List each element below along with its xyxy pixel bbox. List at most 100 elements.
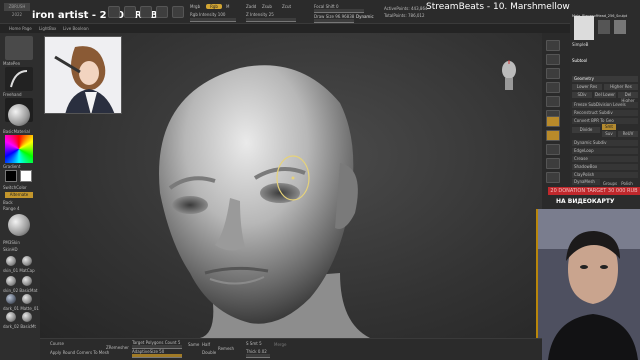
matcap-6-icon[interactable]	[22, 294, 32, 304]
persp-icon[interactable]	[546, 116, 560, 127]
frame-icon[interactable]	[546, 158, 560, 169]
matcap-4-label: dark_02 BasicMt	[3, 324, 36, 329]
donation-goal-label: НА ВИДЕОКАРТУ	[556, 198, 615, 205]
tab-lightbox[interactable]: LightBox	[36, 24, 59, 33]
suv-toggle[interactable]: Suv	[602, 131, 616, 137]
material-1-label: PM3Skin	[3, 240, 20, 245]
crease-section[interactable]: Crease	[572, 156, 638, 162]
matcap-3-icon[interactable]	[6, 276, 16, 286]
matcap-ball[interactable]	[8, 214, 30, 236]
zsub-toggle[interactable]: Zsub	[262, 4, 272, 9]
half-button[interactable]: Half	[202, 342, 210, 347]
scale-icon[interactable]	[156, 6, 168, 18]
adaptive-size-slider[interactable]	[132, 354, 182, 358]
same-button[interactable]: Same	[188, 342, 199, 347]
lower-res-button[interactable]: Lower Res	[572, 84, 602, 90]
rgb-intensity-label: Rgb Intensity 100	[190, 12, 226, 17]
merge-button[interactable]: Merge	[274, 342, 287, 347]
brush-thumbnail[interactable]	[5, 36, 33, 60]
apply-round-corners-button[interactable]: Apply Round Corners To Mesh	[50, 350, 109, 355]
draw-size-slider[interactable]	[314, 19, 354, 23]
total-points: TotalPoints: 786,012	[384, 13, 425, 18]
sdiv-slider[interactable]: SDiv	[572, 92, 592, 98]
move-view-icon[interactable]	[546, 172, 560, 183]
rgb-intensity-slider[interactable]	[190, 18, 236, 22]
zremesher-button[interactable]: ZRemesher	[106, 345, 129, 350]
matcap-4-icon[interactable]	[22, 276, 32, 286]
rgb-toggle[interactable]: Rgb	[206, 4, 222, 9]
main-color-swatch[interactable]	[20, 170, 32, 182]
double-button[interactable]: Double	[202, 350, 216, 355]
scroll-icon[interactable]	[546, 68, 560, 79]
dynamesh-section[interactable]: DynaMesh	[572, 179, 600, 185]
reuv-button[interactable]: ReUV	[618, 131, 638, 137]
bpr-icon[interactable]	[546, 40, 560, 51]
del-higher-button[interactable]: Del Higher	[618, 92, 638, 103]
zadd-toggle[interactable]: Zadd	[246, 4, 256, 9]
matcap-1-label: skin_01 MatCap	[3, 268, 35, 273]
s-smt-label: S Smt 5	[246, 341, 262, 346]
z-intensity-label: Z Intensity 25	[246, 12, 274, 17]
subtool-section[interactable]: Subtool	[572, 58, 587, 63]
dynamic-toggle[interactable]: Dynamic	[356, 14, 374, 19]
move-icon[interactable]	[140, 6, 152, 18]
matcap-7-icon[interactable]	[6, 312, 16, 322]
back-label: Back	[3, 200, 13, 205]
reconstruct-subdiv-button[interactable]: Reconstruct Subdiv	[572, 110, 638, 116]
remesh-button[interactable]: Remesh	[218, 346, 234, 351]
floor-icon[interactable]	[546, 130, 560, 141]
zoom-icon[interactable]	[546, 82, 560, 93]
stroke-thumbnail[interactable]	[5, 67, 33, 91]
rotate-icon[interactable]	[172, 6, 184, 18]
del-lower-button[interactable]: Del Lower	[594, 92, 616, 98]
matcap-3-label: dark_01 Matte_01	[3, 306, 39, 311]
edgeloop-section[interactable]: EdgeLoop	[572, 148, 638, 154]
subtool-thumbnail[interactable]	[574, 16, 594, 40]
freeze-subdiv-button[interactable]: Freeze SubDivision Levels	[572, 102, 638, 108]
tab-row: Home Page LightBox Live Boolean	[0, 24, 640, 33]
local-icon[interactable]	[546, 144, 560, 155]
draw-icon[interactable]	[124, 6, 136, 18]
donation-overlay: iron artist - 2 000 RUB	[32, 10, 158, 21]
alternate-button[interactable]: Alternate	[5, 192, 33, 198]
mrgb-toggle[interactable]: Mrgb	[190, 4, 200, 9]
focal-shift-slider[interactable]	[314, 9, 364, 13]
switch-color-button[interactable]: SwitchColor	[3, 185, 27, 190]
matcap-1-icon[interactable]	[6, 256, 16, 266]
z-intensity-slider[interactable]	[246, 18, 296, 22]
divide-button[interactable]: Divide	[572, 127, 600, 133]
material-thumbnail[interactable]	[8, 104, 30, 126]
zcut-toggle[interactable]: Zcut	[282, 4, 291, 9]
webcam-feed	[536, 209, 640, 360]
thick-slider[interactable]	[246, 354, 270, 358]
matcap-5-icon[interactable]	[6, 294, 16, 304]
course-label: Course	[50, 341, 64, 346]
geometry-section[interactable]: Geometry	[572, 76, 638, 82]
smt-toggle[interactable]: Smt	[602, 124, 616, 130]
active-points: ActivePoints: 443,864	[384, 6, 428, 11]
matcap-2-label: skin_02 BasicMat	[3, 288, 38, 293]
matcap-8-icon[interactable]	[22, 312, 32, 322]
color-picker[interactable]	[5, 135, 33, 163]
tab-home-page[interactable]: Home Page	[6, 24, 35, 33]
cylinder-icon[interactable]	[598, 20, 610, 34]
higher-res-button[interactable]: Higher Res	[604, 84, 638, 90]
orientation-gizmo[interactable]	[500, 60, 518, 92]
claypolish-section[interactable]: ClayPolish	[572, 172, 638, 178]
actual-icon[interactable]	[546, 96, 560, 107]
secondary-color-swatch[interactable]	[5, 170, 17, 182]
matcap-2-icon[interactable]	[22, 256, 32, 266]
edit-icon[interactable]	[108, 6, 120, 18]
streamer-webcam-image	[538, 209, 640, 360]
spix-icon[interactable]	[546, 54, 560, 65]
gradient-label: Gradient	[3, 164, 21, 169]
dynamic-subdiv-section[interactable]: Dynamic Subdiv	[572, 140, 638, 146]
claymore-icon[interactable]	[614, 20, 626, 34]
tab-live-boolean[interactable]: Live Boolean	[60, 24, 92, 33]
reference-image	[44, 36, 122, 114]
now-playing-overlay: StreamBeats - 10. Marshmellow Pie	[426, 2, 586, 12]
app-logo: ZBRUSH 2022	[4, 3, 30, 17]
material-label: BasicMaterial	[3, 129, 30, 134]
m-toggle[interactable]: M	[226, 4, 229, 9]
shadowbox-section[interactable]: ShadowBox	[572, 164, 638, 170]
